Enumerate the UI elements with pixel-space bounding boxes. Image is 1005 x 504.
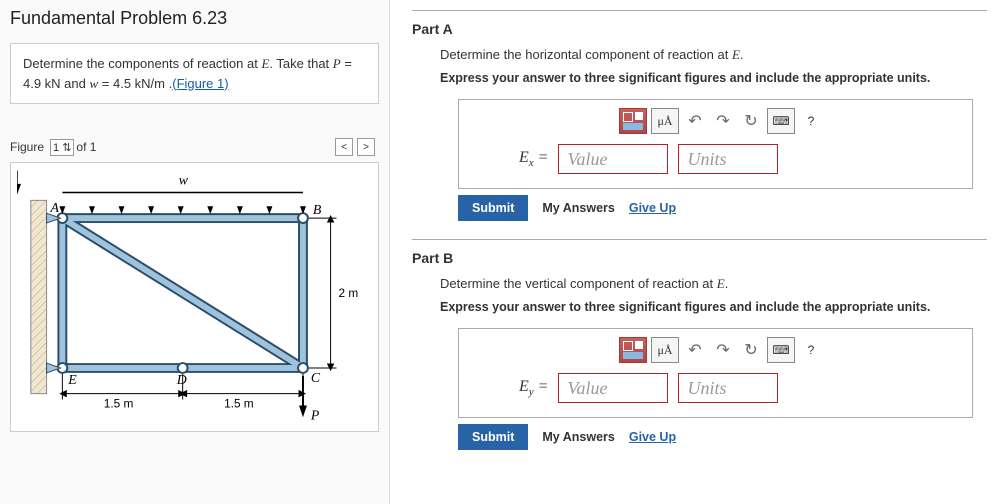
- figure-next-button[interactable]: >: [357, 138, 375, 156]
- part-b-units-input[interactable]: Units: [678, 373, 778, 403]
- divider-b: [412, 239, 987, 240]
- svg-text:B: B: [313, 202, 322, 217]
- svg-text:C: C: [311, 370, 321, 385]
- part-a-submit-button[interactable]: Submit: [458, 195, 528, 221]
- part-a-toolbar: μÅ ↶ ↷ ↻ ⌨ ?: [459, 100, 972, 144]
- svg-text:D: D: [176, 372, 187, 387]
- figure-frame: w A B C D E P 1.5 m 1.5 m 2 m: [10, 162, 379, 432]
- templates-icon[interactable]: [619, 108, 647, 134]
- figure-link[interactable]: (Figure 1): [172, 76, 228, 91]
- part-b-value-input[interactable]: Value: [558, 373, 668, 403]
- redo-icon[interactable]: ↷: [711, 108, 735, 134]
- reset-icon[interactable]: ↻: [739, 108, 763, 134]
- prompt-box: Determine the components of reaction at …: [10, 43, 379, 104]
- part-b-submit-button[interactable]: Submit: [458, 424, 528, 450]
- part-a-title: Part A: [412, 21, 987, 37]
- part-b-my-answers[interactable]: My Answers: [542, 430, 614, 444]
- part-b-submit-row: Submit My Answers Give Up: [458, 424, 987, 450]
- truss-figure: w A B C D E P 1.5 m 1.5 m 2 m: [17, 169, 372, 425]
- help-icon[interactable]: ?: [799, 108, 823, 134]
- svg-text:1.5 m: 1.5 m: [224, 396, 254, 410]
- prompt-w: w: [90, 76, 99, 91]
- part-a-my-answers[interactable]: My Answers: [542, 201, 614, 215]
- part-b-desc: Determine the vertical component of reac…: [440, 276, 987, 292]
- units-mu-icon[interactable]: μÅ: [651, 337, 679, 363]
- figure-header: Figure 1 ⇅ of 1 < >: [10, 138, 379, 156]
- part-b-title: Part B: [412, 250, 987, 266]
- templates-icon[interactable]: [619, 337, 647, 363]
- svg-text:P: P: [310, 407, 320, 422]
- part-a-input-row: Ex = Value Units: [459, 144, 972, 188]
- part-a-instr: Express your answer to three significant…: [440, 71, 987, 85]
- right-panel: Part A Determine the horizontal componen…: [394, 0, 1005, 504]
- figure-label: Figure: [10, 140, 44, 154]
- part-a-value-input[interactable]: Value: [558, 144, 668, 174]
- part-b-instr: Express your answer to three significant…: [440, 300, 987, 314]
- prompt-P: P: [333, 56, 341, 71]
- prompt-t2: . Take that: [269, 56, 332, 71]
- prompt-t1: Determine the components of reaction at: [23, 56, 261, 71]
- prompt-t4: = 4.5 kN/m .: [98, 76, 172, 91]
- svg-text:A: A: [50, 200, 60, 215]
- figure-prev-button[interactable]: <: [335, 138, 353, 156]
- svg-text:w: w: [179, 173, 189, 188]
- part-a-answer-box: μÅ ↶ ↷ ↻ ⌨ ? Ex = Value Units: [458, 99, 973, 189]
- part-a-submit-row: Submit My Answers Give Up: [458, 195, 987, 221]
- figure-selector[interactable]: 1 ⇅: [50, 139, 74, 156]
- part-a-give-up[interactable]: Give Up: [629, 201, 676, 215]
- undo-icon[interactable]: ↶: [683, 337, 707, 363]
- divider: [412, 10, 987, 11]
- part-a-var: Ex =: [519, 149, 548, 169]
- figure-of-text: of 1: [76, 140, 96, 154]
- reset-icon[interactable]: ↻: [739, 337, 763, 363]
- part-b-answer-box: μÅ ↶ ↷ ↻ ⌨ ? Ey = Value Units: [458, 328, 973, 418]
- keyboard-icon[interactable]: ⌨: [767, 108, 795, 134]
- part-b-toolbar: μÅ ↶ ↷ ↻ ⌨ ?: [459, 329, 972, 373]
- part-b-give-up[interactable]: Give Up: [629, 430, 676, 444]
- problem-title: Fundamental Problem 6.23: [10, 8, 379, 29]
- help-icon[interactable]: ?: [799, 337, 823, 363]
- svg-text:E: E: [67, 372, 77, 387]
- svg-text:2 m: 2 m: [338, 286, 358, 300]
- redo-icon[interactable]: ↷: [711, 337, 735, 363]
- svg-text:1.5 m: 1.5 m: [104, 396, 134, 410]
- left-panel: Fundamental Problem 6.23 Determine the c…: [0, 0, 390, 504]
- undo-icon[interactable]: ↶: [683, 108, 707, 134]
- part-a-units-input[interactable]: Units: [678, 144, 778, 174]
- part-b-input-row: Ey = Value Units: [459, 373, 972, 417]
- part-b-var: Ey =: [519, 378, 548, 398]
- keyboard-icon[interactable]: ⌨: [767, 337, 795, 363]
- units-mu-icon[interactable]: μÅ: [651, 108, 679, 134]
- part-a-desc: Determine the horizontal component of re…: [440, 47, 987, 63]
